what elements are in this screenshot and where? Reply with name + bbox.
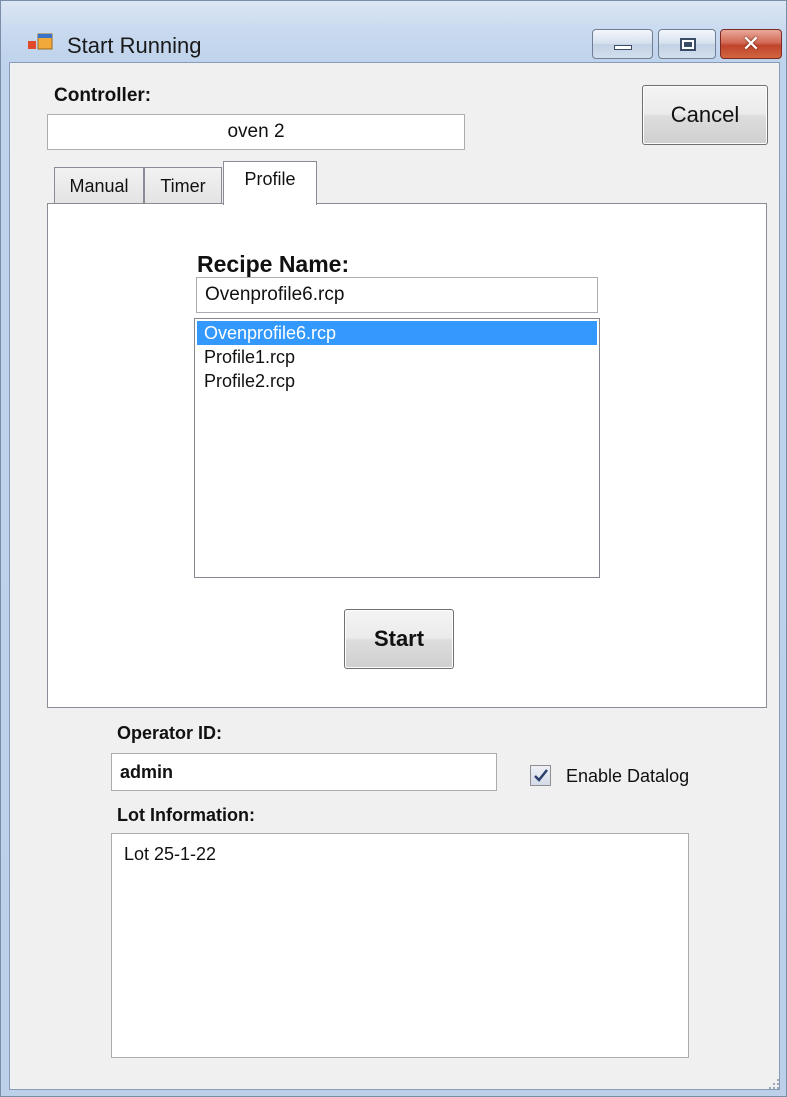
- operator-id-label: Operator ID:: [117, 723, 223, 743]
- enable-datalog-label[interactable]: Enable Datalog: [566, 766, 689, 787]
- start-button[interactable]: Start: [344, 609, 454, 669]
- tab-profile[interactable]: Profile: [223, 161, 317, 205]
- tab-manual[interactable]: Manual: [54, 167, 144, 203]
- operator-id-value: admin: [120, 762, 174, 782]
- close-button[interactable]: ✕: [720, 29, 782, 59]
- resize-grip-icon[interactable]: [766, 1076, 780, 1090]
- cancel-button[interactable]: Cancel: [642, 85, 768, 145]
- lot-information-textarea[interactable]: Lot 25-1-22: [111, 833, 689, 1058]
- maximize-icon: [680, 38, 696, 51]
- title-bar[interactable]: Start Running ✕: [1, 1, 786, 61]
- recipe-listbox[interactable]: Ovenprofile6.rcp Profile1.rcp Profile2.r…: [194, 318, 600, 578]
- controller-field: oven 2: [47, 114, 465, 150]
- minimize-button[interactable]: [592, 29, 653, 59]
- checkmark-icon: [534, 769, 548, 782]
- app-icon: [28, 32, 54, 54]
- recipe-name-input[interactable]: Ovenprofile6.rcp: [196, 277, 598, 313]
- operator-id-input[interactable]: admin: [111, 753, 497, 791]
- lot-information-value: Lot 25-1-22: [124, 844, 217, 864]
- enable-datalog-checkbox[interactable]: [530, 765, 551, 786]
- list-item[interactable]: Profile2.rcp: [197, 369, 597, 393]
- list-item[interactable]: Profile1.rcp: [197, 345, 597, 369]
- controller-value: oven 2: [227, 121, 285, 142]
- window-title: Start Running: [67, 33, 202, 58]
- minimize-icon: [614, 45, 632, 50]
- recipe-name-value: Ovenprofile6.rcp: [205, 284, 345, 305]
- recipe-name-label: Recipe Name:: [197, 251, 350, 277]
- controller-label: Controller:: [54, 85, 152, 106]
- close-icon: ✕: [741, 31, 761, 56]
- lot-information-label: Lot Information:: [117, 805, 255, 825]
- start-running-window: Start Running ✕ Controller: oven 2 Cance…: [0, 0, 787, 1097]
- list-item[interactable]: Ovenprofile6.rcp: [197, 321, 597, 345]
- maximize-button[interactable]: [658, 29, 716, 59]
- tab-timer[interactable]: Timer: [144, 167, 222, 203]
